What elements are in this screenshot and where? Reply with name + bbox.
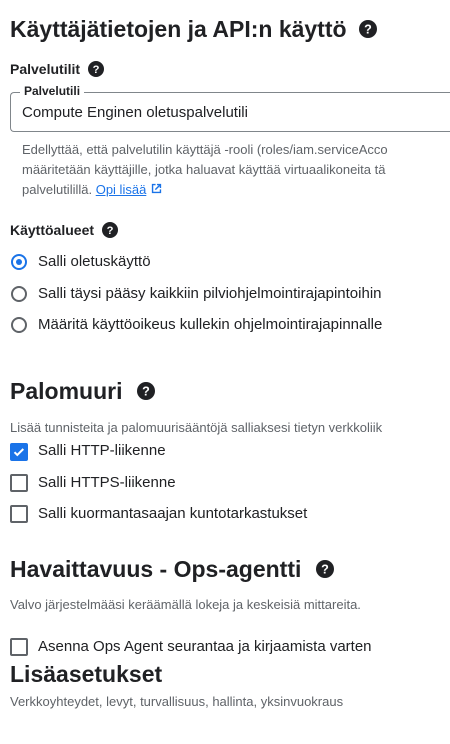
- scope-per-api-label[interactable]: Määritä käyttöoikeus kullekin ohjelmoint…: [38, 316, 382, 333]
- scope-default-radio[interactable]: [11, 254, 27, 270]
- description-line: Edellyttää, että palvelutilin käyttäjä -…: [22, 142, 388, 157]
- service-access-title-text: Käyttäjätietojen ja API:n käyttö: [10, 16, 347, 42]
- service-accounts-label: Palvelutilit: [10, 61, 81, 78]
- svg-text:?: ?: [321, 563, 329, 577]
- advanced-title[interactable]: Lisäasetukset: [10, 661, 162, 688]
- health-checks-checkbox[interactable]: [10, 505, 28, 523]
- description-line: palvelutilillä. Opi lisää: [22, 180, 388, 201]
- service-account-value[interactable]: Compute Enginen oletuspalvelutili: [22, 104, 248, 121]
- scope-default-label[interactable]: Salli oletuskäyttö: [38, 253, 151, 270]
- scopes-label: Käyttöalueet: [10, 222, 95, 239]
- firewall-title-text: Palomuuri: [10, 378, 123, 404]
- svg-text:?: ?: [364, 23, 372, 37]
- https-checkbox[interactable]: [10, 474, 28, 492]
- ops-agent-checkbox[interactable]: [10, 638, 28, 656]
- help-icon[interactable]: ?: [101, 222, 118, 241]
- service-access-title: Käyttäjätietojen ja API:n käyttö ?: [10, 16, 377, 44]
- http-label[interactable]: Salli HTTP-liikenne: [38, 442, 166, 459]
- observability-title-text: Havaittavuus - Ops-agentti: [10, 556, 302, 582]
- check-icon: [13, 448, 25, 457]
- help-icon[interactable]: ?: [87, 61, 104, 80]
- svg-text:?: ?: [93, 64, 100, 76]
- scopes-heading: Käyttöalueet ?: [10, 222, 118, 241]
- description-line: määritetään käyttäjille, jotka haluavat …: [22, 162, 386, 177]
- svg-text:?: ?: [142, 385, 150, 399]
- help-icon[interactable]: ?: [358, 17, 377, 44]
- firewall-description: Lisää tunnisteita ja palomuurisääntöjä s…: [10, 420, 383, 435]
- help-icon[interactable]: ?: [136, 379, 155, 406]
- scope-per-api-radio[interactable]: [11, 317, 27, 333]
- service-account-field-label: Palvelutili: [20, 84, 85, 98]
- observability-description: Valvo järjestelmääsi keräämällä lokeja j…: [10, 597, 361, 612]
- advanced-description: Verkkoyhteydet, levyt, turvallisuus, hal…: [10, 694, 344, 709]
- health-checks-label[interactable]: Salli kuormantasaajan kuntotarkastukset: [38, 505, 307, 522]
- service-account-description: Edellyttää, että palvelutilin käyttäjä -…: [22, 140, 388, 201]
- external-link-icon[interactable]: [150, 181, 163, 201]
- help-icon[interactable]: ?: [315, 557, 334, 584]
- svg-text:?: ?: [107, 225, 114, 237]
- scope-full-access-label[interactable]: Salli täysi pääsy kaikkiin pilviohjelmoi…: [38, 285, 382, 302]
- service-accounts-heading: Palvelutilit ?: [10, 61, 104, 80]
- firewall-title: Palomuuri ?: [10, 378, 155, 406]
- description-line-text: palvelutilillä.: [22, 182, 93, 197]
- scope-full-access-radio[interactable]: [11, 286, 27, 302]
- ops-agent-label[interactable]: Asenna Ops Agent seurantaa ja kirjaamist…: [38, 638, 372, 655]
- observability-title: Havaittavuus - Ops-agentti ?: [10, 556, 334, 584]
- https-label[interactable]: Salli HTTPS-liikenne: [38, 474, 176, 491]
- http-checkbox[interactable]: [10, 443, 28, 461]
- learn-more-link[interactable]: Opi lisää: [96, 182, 147, 197]
